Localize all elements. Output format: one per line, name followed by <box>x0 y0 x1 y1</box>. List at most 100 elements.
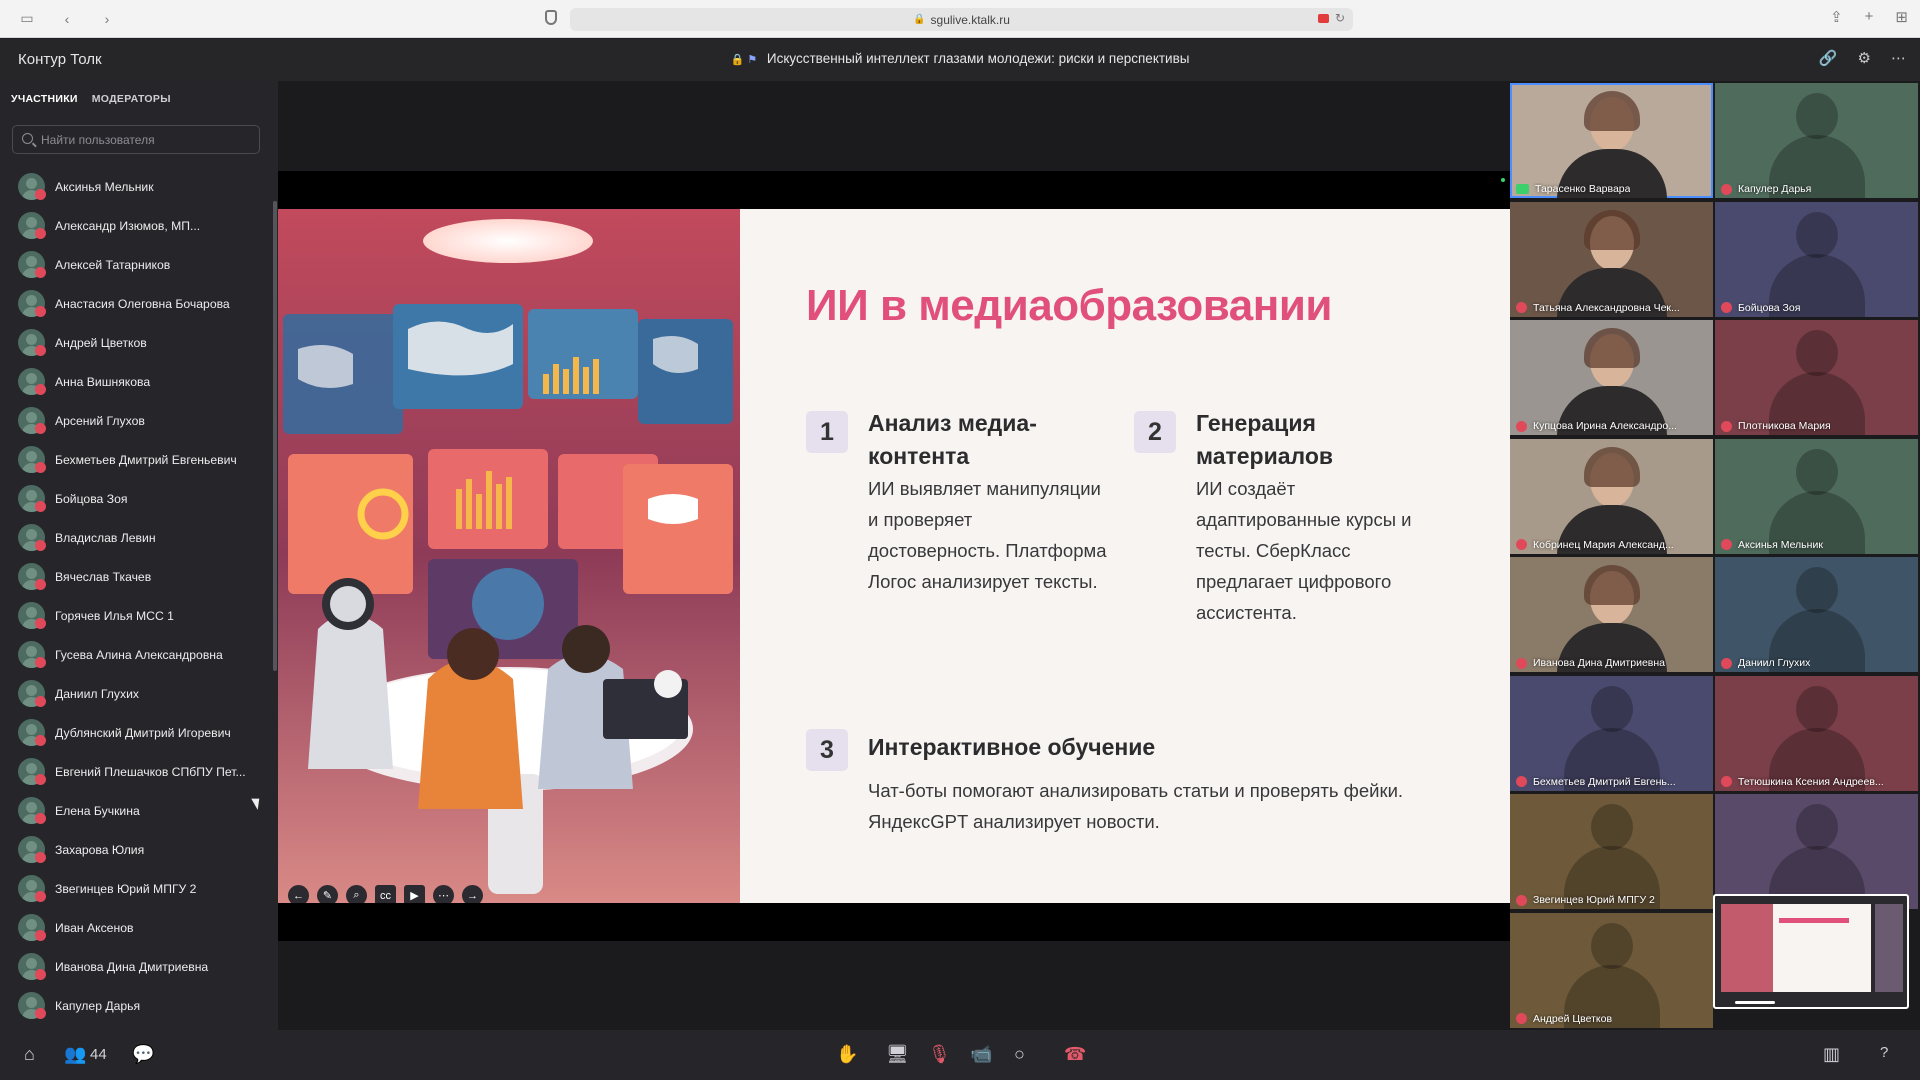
more-icon[interactable]: ⋯ <box>1891 49 1906 67</box>
next-slide-icon[interactable]: → <box>462 885 483 903</box>
avatar-silhouette-icon <box>1795 330 1838 376</box>
video-tile[interactable]: Бехметьев Дмитрий Евгень... <box>1510 675 1713 791</box>
camera-icon[interactable]: 📹 <box>970 1044 992 1065</box>
participant-item[interactable]: Анна Вишнякова <box>0 362 272 401</box>
previous-slide-icon[interactable]: ← <box>288 885 309 903</box>
mic-muted-icon <box>1516 420 1527 432</box>
video-tile[interactable]: Тетюшкина Ксения Андреев... <box>1715 675 1918 791</box>
help-icon[interactable]: ? <box>1880 1044 1888 1061</box>
forward-icon[interactable]: › <box>96 8 118 30</box>
mic-muted-icon <box>35 890 46 902</box>
settings-gear-icon[interactable]: ⚙ <box>1858 49 1871 67</box>
participant-item[interactable]: Арсений Глухов <box>0 401 272 440</box>
mic-muted-icon <box>1516 302 1527 313</box>
search-input[interactable]: Найти пользователя <box>12 125 260 154</box>
video-tile[interactable]: Капулер Дарья <box>1715 83 1918 198</box>
video-tile[interactable] <box>1715 794 1918 909</box>
participant-item[interactable]: Иван Аксенов <box>0 908 272 947</box>
participant-count: 44 <box>90 1046 107 1063</box>
section-number: 2 <box>1134 411 1176 453</box>
participant-item[interactable]: Анастасия Олеговна Бочарова <box>0 284 272 323</box>
participant-item[interactable]: Захарова Юлия <box>0 830 272 869</box>
video-tile[interactable]: Кобринец Мария Александ... <box>1510 438 1713 554</box>
video-tile-name: Татьяна Александровна Чек... <box>1533 301 1680 314</box>
video-tile-name: Аксинья Мельник <box>1738 538 1823 551</box>
video-tile[interactable]: Купцова Ирина Александро... <box>1510 320 1713 435</box>
mic-muted-icon <box>35 461 46 473</box>
microphone-off-icon[interactable]: 🎙 <box>928 1044 951 1065</box>
new-tab-icon[interactable]: + <box>1865 8 1874 26</box>
captions-icon[interactable]: cc <box>375 885 396 903</box>
participant-item[interactable]: Алексей Татарников <box>0 245 272 284</box>
participant-item[interactable]: Бехметьев Дмитрий Евгеньевич <box>0 440 272 479</box>
leave-call-icon[interactable]: ☎ <box>1064 1044 1086 1065</box>
participant-item[interactable]: Даниил Глухих <box>0 674 272 713</box>
avatar-silhouette-icon <box>1795 448 1838 495</box>
more-options-icon[interactable]: ⋯ <box>433 885 454 903</box>
mic-muted-icon <box>35 227 46 239</box>
back-icon[interactable]: ‹ <box>56 8 78 30</box>
video-tile[interactable]: Андрей Цветков <box>1510 912 1713 1028</box>
browser-toolbar: ▭ ‹ › 🔒 sgulive.ktalk.ru ↻ ⇪ + ⊞ <box>0 0 1920 38</box>
record-icon[interactable]: ○ <box>1014 1044 1025 1065</box>
participant-item[interactable]: Звегинцев Юрий МПГУ 2 <box>0 869 272 908</box>
participant-item[interactable]: Александр Изюмов, МП... <box>0 206 272 245</box>
sidebar-toggle-icon[interactable]: ▭ <box>16 8 38 30</box>
layout-icon[interactable]: ▥ <box>1823 1044 1840 1065</box>
participant-item[interactable]: Иванова Дина Дмитриевна <box>0 947 272 986</box>
video-tile[interactable]: Звегинцев Юрий МПГУ 2 <box>1510 794 1713 909</box>
participant-item[interactable]: Дублянский Дмитрий Игоревич <box>0 713 272 752</box>
participant-item[interactable]: Бойцова Зоя <box>0 479 272 518</box>
mic-muted-icon <box>1516 539 1527 550</box>
video-tile[interactable]: Аксинья Мельник <box>1715 438 1918 554</box>
reload-icon[interactable]: ↻ <box>1335 11 1345 25</box>
participant-item[interactable]: Евгений Плешачков СПбПУ Пет... <box>0 752 272 791</box>
participants-sidebar: УЧАСТНИКИ МОДЕРАТОРЫ Найти пользователя … <box>0 81 278 1030</box>
mic-muted-icon <box>35 383 46 395</box>
participant-name: Горячев Илья МСС 1 <box>55 608 174 623</box>
privacy-shield-icon[interactable] <box>545 10 557 25</box>
participant-item[interactable]: Андрей Цветков <box>0 323 272 362</box>
video-tile[interactable]: Татьяна Александровна Чек... <box>1510 201 1713 317</box>
screen-share-icon[interactable]: 🖥 <box>886 1044 909 1065</box>
participant-item[interactable]: Гусева Алина Александровна <box>0 635 272 674</box>
video-tile[interactable]: Бойцова Зоя <box>1715 201 1918 317</box>
video-tile[interactable]: Даниил Глухих <box>1715 557 1918 672</box>
address-bar[interactable]: 🔒 sgulive.ktalk.ru ↻ <box>570 8 1353 31</box>
app-brand: Контур Толк <box>18 51 102 68</box>
camera-feed <box>1510 557 1713 672</box>
zoom-icon[interactable]: ⌕ <box>346 885 367 903</box>
mic-muted-icon <box>35 578 46 590</box>
self-view-preview[interactable] <box>1713 894 1909 1009</box>
link-icon[interactable]: 🔗 <box>1819 49 1838 67</box>
sidebar-scrollbar[interactable] <box>273 201 277 671</box>
tab-participants[interactable]: УЧАСТНИКИ <box>11 93 78 111</box>
video-tile-name: Андрей Цветков <box>1533 1012 1613 1025</box>
section-number: 1 <box>806 411 848 453</box>
video-tile[interactable]: Иванова Дина Дмитриевна <box>1510 557 1713 672</box>
slide-illustration <box>278 209 740 903</box>
participant-item[interactable]: Аксинья Мельник <box>0 167 272 206</box>
url-text: sgulive.ktalk.ru <box>930 12 1010 27</box>
raise-hand-icon[interactable]: ✋ <box>836 1044 858 1065</box>
pen-icon[interactable]: ✎ <box>317 885 338 903</box>
participant-item[interactable]: Вячеслав Ткачев <box>0 557 272 596</box>
participant-item[interactable]: Горячев Илья МСС 1 <box>0 596 272 635</box>
mic-muted-icon <box>1516 1013 1527 1024</box>
tab-moderators[interactable]: МОДЕРАТОРЫ <box>92 93 171 111</box>
camera-off-icon[interactable]: ▶ <box>404 885 425 903</box>
share-icon[interactable]: ⇪ <box>1830 8 1843 26</box>
participant-item[interactable]: Капулер Дарья <box>0 986 272 1025</box>
chat-icon[interactable]: 💬 <box>132 1044 154 1065</box>
recording-icon <box>1318 14 1329 23</box>
mic-muted-icon <box>35 1007 46 1019</box>
video-tile[interactable]: Тарасенко Варвара <box>1510 83 1713 198</box>
participant-item[interactable]: Елена Бучкина <box>0 791 272 830</box>
apps-icon[interactable]: ⌂ <box>24 1044 35 1065</box>
participants-icon[interactable]: 👥 <box>64 1044 86 1065</box>
participant-item[interactable]: Владислав Левин <box>0 518 272 557</box>
video-tile[interactable]: Плотникова Мария <box>1715 320 1918 435</box>
tab-overview-icon[interactable]: ⊞ <box>1895 8 1908 26</box>
meeting-title: 🔒 ⚑ Искусственный интеллект глазами моло… <box>0 51 1920 66</box>
participant-name: Иван Аксенов <box>55 920 134 935</box>
